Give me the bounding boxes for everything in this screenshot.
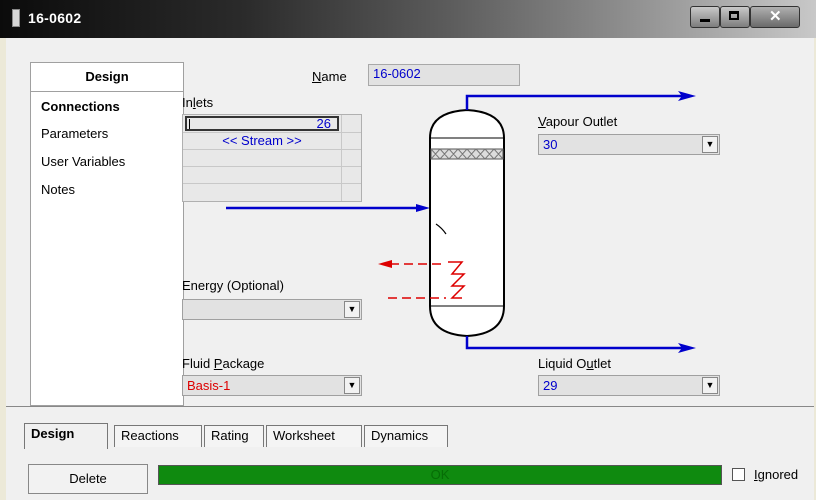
tab-worksheet[interactable]: Worksheet (266, 425, 362, 447)
tab-reactions[interactable]: Reactions (114, 425, 202, 447)
status-bar: OK (158, 465, 722, 485)
minimize-button[interactable] (690, 6, 720, 28)
app-icon (12, 9, 20, 27)
energy-arrow-icon (378, 260, 392, 268)
window: 16-0602 ✕ Design Connections Parameters … (0, 0, 816, 500)
status-text: OK (430, 467, 450, 482)
maximize-button[interactable] (720, 6, 750, 28)
close-button[interactable]: ✕ (750, 6, 800, 28)
ignored-checkbox[interactable] (732, 468, 745, 481)
close-icon: ✕ (769, 8, 782, 25)
tab-rating[interactable]: Rating (204, 425, 264, 447)
column-vessel (429, 108, 505, 338)
tab-design[interactable]: Design (24, 423, 108, 449)
inlet-arrow-icon (416, 204, 430, 212)
client-area: Design Connections Parameters User Varia… (6, 38, 814, 500)
window-title: 16-0602 (28, 10, 82, 26)
vapour-stream-line (465, 94, 682, 110)
ignored-label[interactable]: Ignored (754, 467, 798, 482)
title-bar[interactable]: 16-0602 ✕ (0, 0, 816, 38)
delete-button[interactable]: Delete (28, 464, 148, 494)
tab-dynamics[interactable]: Dynamics (364, 425, 448, 447)
process-diagram (226, 91, 696, 353)
tab-strip: Design Reactions Rating Worksheet Dynami… (6, 406, 814, 453)
liquid-stream-line (465, 336, 682, 350)
